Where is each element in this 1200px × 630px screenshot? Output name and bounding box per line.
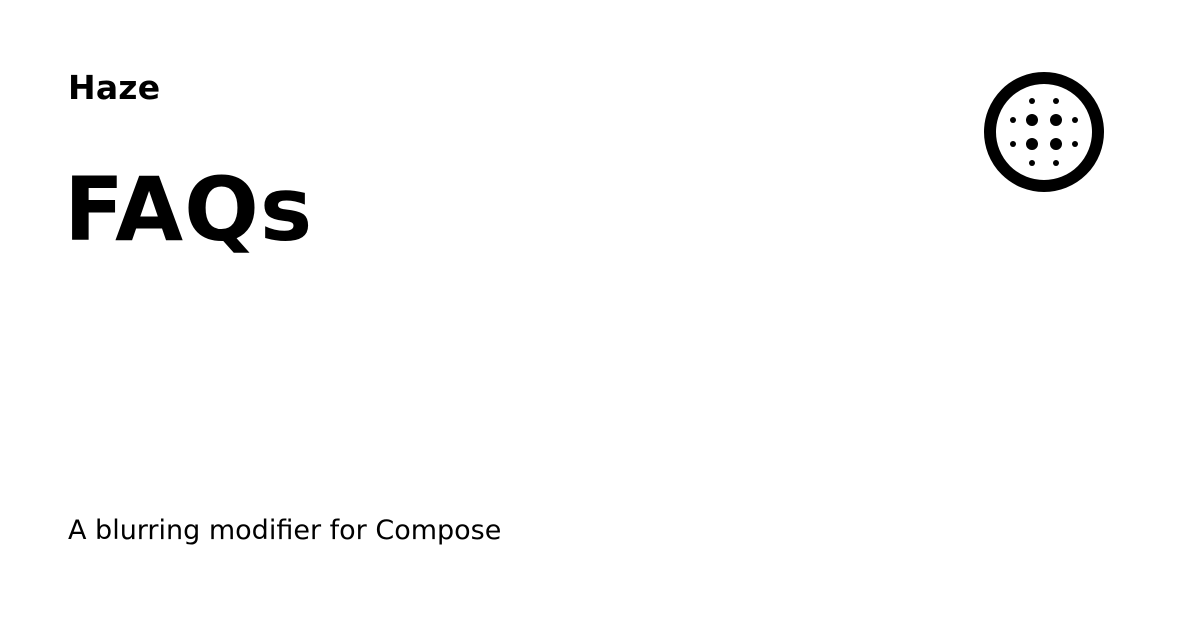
page-description: A blurring modifier for Compose [68,515,502,546]
site-name: Haze [68,68,161,107]
haze-logo-icon [983,71,1105,193]
page-title: FAQs [64,158,314,261]
social-card: Haze FAQs A blurring modifier for Compos… [0,0,1200,630]
